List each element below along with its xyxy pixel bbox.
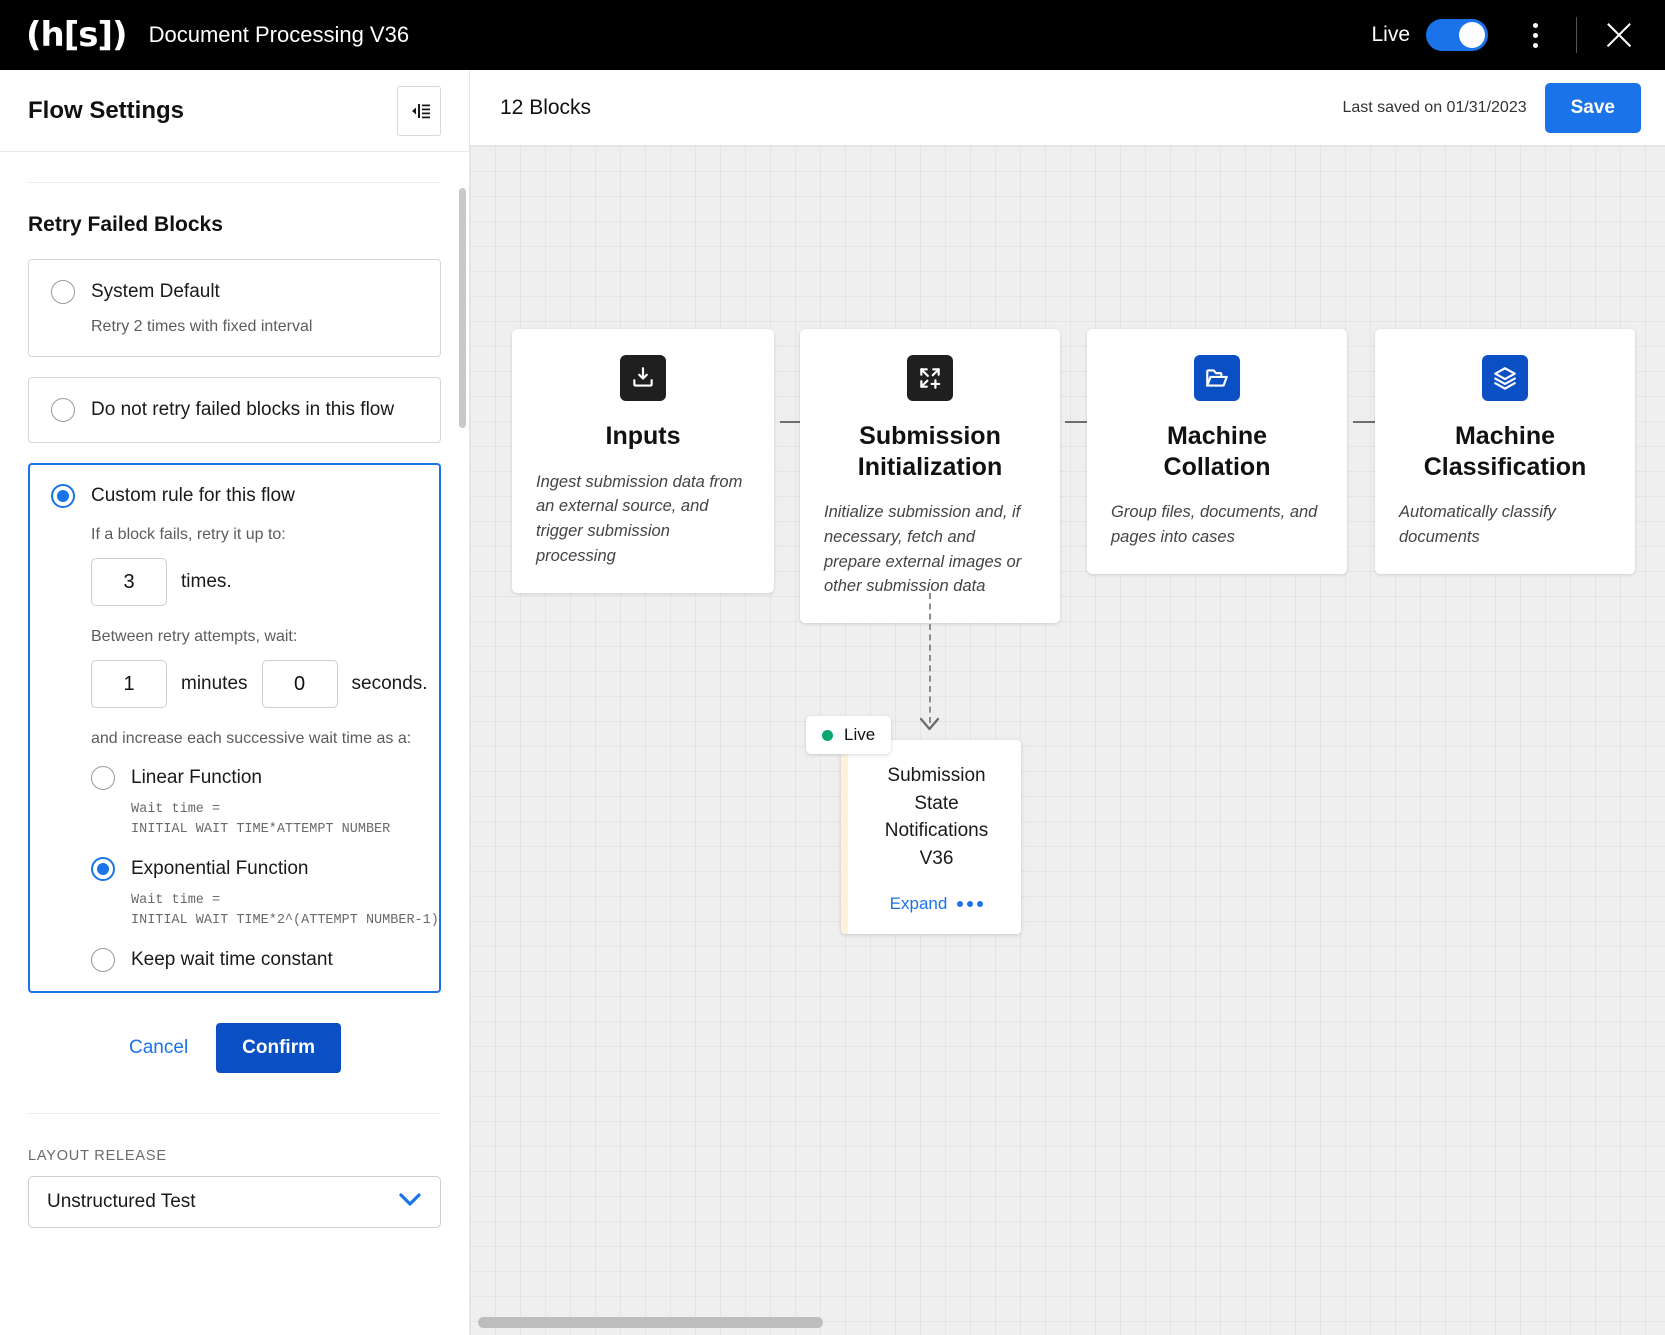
radio-constant-wait[interactable] xyxy=(91,948,115,973)
flow-dashed-connector xyxy=(929,593,931,723)
wait-function-linear[interactable]: Linear Function Wait time = INITIAL WAIT… xyxy=(91,766,418,839)
canvas-scrollbar-track xyxy=(478,1317,1657,1328)
page-title: Flow Settings xyxy=(28,96,184,124)
expand-plus-icon xyxy=(907,355,953,401)
note-live-badge[interactable]: Live xyxy=(806,716,892,754)
sidebar-content: Retry Failed Blocks System Default Retry… xyxy=(28,152,441,1229)
download-tray-icon xyxy=(620,355,666,401)
top-bar-controls: Live xyxy=(1371,12,1639,58)
retry-section-title: Retry Failed Blocks xyxy=(28,213,223,236)
flow-node-inputs[interactable]: Inputs Ingest submission data from an ex… xyxy=(512,329,774,593)
app-window: (h[s]) Document Processing V36 Live Flow… xyxy=(0,0,1665,1335)
retry-times-input[interactable] xyxy=(91,558,167,606)
wait-function-label: Exponential Function xyxy=(131,858,309,880)
wait-seconds-input[interactable] xyxy=(261,660,338,708)
radio-do-not-retry[interactable] xyxy=(51,398,75,422)
radio-exponential-function[interactable] xyxy=(91,857,115,882)
wait-minutes-unit: minutes xyxy=(181,673,248,694)
canvas-area: 12 Blocks Last saved on 01/31/2023 Save xyxy=(470,70,1665,1335)
divider xyxy=(28,182,441,183)
divider xyxy=(28,1113,441,1115)
wait-function-label: Linear Function xyxy=(131,767,262,788)
flow-node-title: Inputs xyxy=(605,422,681,450)
retry-option-system-default[interactable]: System Default Retry 2 times with fixed … xyxy=(28,259,441,357)
toolbar-divider xyxy=(1576,17,1577,53)
increase-prompt: and increase each successive wait time a… xyxy=(91,730,412,747)
retry-times-unit: times. xyxy=(181,571,232,592)
sidebar-header: Flow Settings xyxy=(0,70,469,152)
panel-collapse-glyph xyxy=(412,103,430,118)
retry-prompt: If a block fails, retry it up to: xyxy=(91,526,286,543)
flow-canvas[interactable]: Inputs Ingest submission data from an ex… xyxy=(470,146,1665,1335)
cancel-button[interactable]: Cancel xyxy=(119,1029,198,1067)
layers-stack-icon xyxy=(1482,355,1528,401)
save-button[interactable]: Save xyxy=(1544,82,1641,133)
notification-card-title: Submission State Notifications V36 xyxy=(884,765,989,869)
flow-node-machine-collation[interactable]: Machine Collation Group files, documents… xyxy=(1087,329,1347,574)
status-badge: Live xyxy=(844,725,876,744)
wait-function-formula: Wait time = INITIAL WAIT TIME*2^(ATTEMPT… xyxy=(131,893,439,928)
wait-seconds-unit: seconds. xyxy=(351,673,428,694)
wait-function-constant[interactable]: Keep wait time constant xyxy=(91,948,418,973)
retry-option-custom-rule[interactable]: Custom rule for this flow If a block fai… xyxy=(28,463,441,994)
chevron-down-icon xyxy=(398,1192,422,1212)
flow-settings-sidebar: Flow Settings Retry Failed Blocks System… xyxy=(0,70,470,1335)
flow-dashed-arrowhead xyxy=(918,716,942,739)
flow-node-desc: Group files, documents, and pages into c… xyxy=(1111,503,1318,546)
flow-node-title: Submission Initialization xyxy=(857,422,1003,481)
brand-logo: (h[s]) xyxy=(26,15,128,55)
expand-button[interactable]: Expand xyxy=(872,894,1001,914)
canvas-scrollbar-thumb[interactable] xyxy=(478,1317,823,1328)
last-saved-text: Last saved on 01/31/2023 xyxy=(1342,98,1527,116)
main-body: Flow Settings Retry Failed Blocks System… xyxy=(0,70,1665,1335)
notification-card[interactable]: Submission State Notifications V36 Expan… xyxy=(841,740,1021,935)
layout-release-label: LAYOUT RELEASE xyxy=(28,1148,167,1165)
radio-linear-function[interactable] xyxy=(91,766,115,790)
app-title: Document Processing V36 xyxy=(148,22,410,47)
retry-option-label: Do not retry failed blocks in this flow xyxy=(91,399,395,420)
retry-option-label: Custom rule for this flow xyxy=(91,485,295,506)
blocks-count: 12 Blocks xyxy=(500,95,592,119)
kebab-menu-icon[interactable] xyxy=(1512,12,1558,58)
top-bar: (h[s]) Document Processing V36 Live xyxy=(0,0,1665,70)
custom-rule-actions: Cancel Confirm xyxy=(28,1023,441,1074)
canvas-toolbar: 12 Blocks Last saved on 01/31/2023 Save xyxy=(470,70,1665,146)
retry-option-label: System Default xyxy=(91,281,220,302)
flow-node-title: Machine Classification xyxy=(1423,422,1587,481)
flow-node-desc: Automatically classify documents xyxy=(1399,503,1556,546)
wait-prompt: Between retry attempts, wait: xyxy=(91,628,298,645)
layout-release-value: Unstructured Test xyxy=(47,1191,196,1213)
confirm-button[interactable]: Confirm xyxy=(216,1023,341,1074)
ellipsis-icon xyxy=(957,901,984,908)
flow-node-desc: Ingest submission data from an external … xyxy=(536,472,743,565)
radio-system-default[interactable] xyxy=(51,280,75,304)
radio-custom-rule[interactable] xyxy=(51,484,75,508)
expand-label: Expand xyxy=(889,894,948,914)
sidebar-scroll-region: Retry Failed Blocks System Default Retry… xyxy=(0,152,469,1335)
wait-minutes-input[interactable] xyxy=(91,660,167,708)
sidebar-scrollbar[interactable] xyxy=(459,188,466,428)
flow-node-desc: Initialize submission and, if necessary,… xyxy=(824,503,1022,596)
retry-option-sub: Retry 2 times with fixed interval xyxy=(91,318,313,335)
layout-release-select[interactable]: Unstructured Test xyxy=(28,1176,441,1229)
flow-node-machine-classification[interactable]: Machine Classification Automatically cla… xyxy=(1375,329,1635,574)
folder-open-icon xyxy=(1194,355,1240,401)
notification-card-stack: Submission State Notifications V36 Expan… xyxy=(841,740,1021,935)
toggle-knob xyxy=(1459,22,1485,48)
close-icon[interactable] xyxy=(1599,15,1639,55)
flow-node-title: Machine Collation xyxy=(1163,422,1271,481)
wait-function-formula: Wait time = INITIAL WAIT TIME*ATTEMPT NU… xyxy=(131,802,391,837)
live-toggle-label: Live xyxy=(1371,23,1410,46)
wait-function-exponential[interactable]: Exponential Function Wait time = INITIAL… xyxy=(91,857,439,930)
live-toggle[interactable] xyxy=(1426,19,1488,51)
panel-collapse-icon[interactable] xyxy=(397,85,441,136)
retry-option-do-not-retry[interactable]: Do not retry failed blocks in this flow xyxy=(28,377,441,443)
custom-rule-body: If a block fails, retry it up to: times.… xyxy=(91,526,439,973)
flow-node-submission-initialization[interactable]: Submission Initialization Initialize sub… xyxy=(800,329,1060,623)
status-dot-icon xyxy=(822,729,833,741)
wait-function-label: Keep wait time constant xyxy=(131,949,333,971)
